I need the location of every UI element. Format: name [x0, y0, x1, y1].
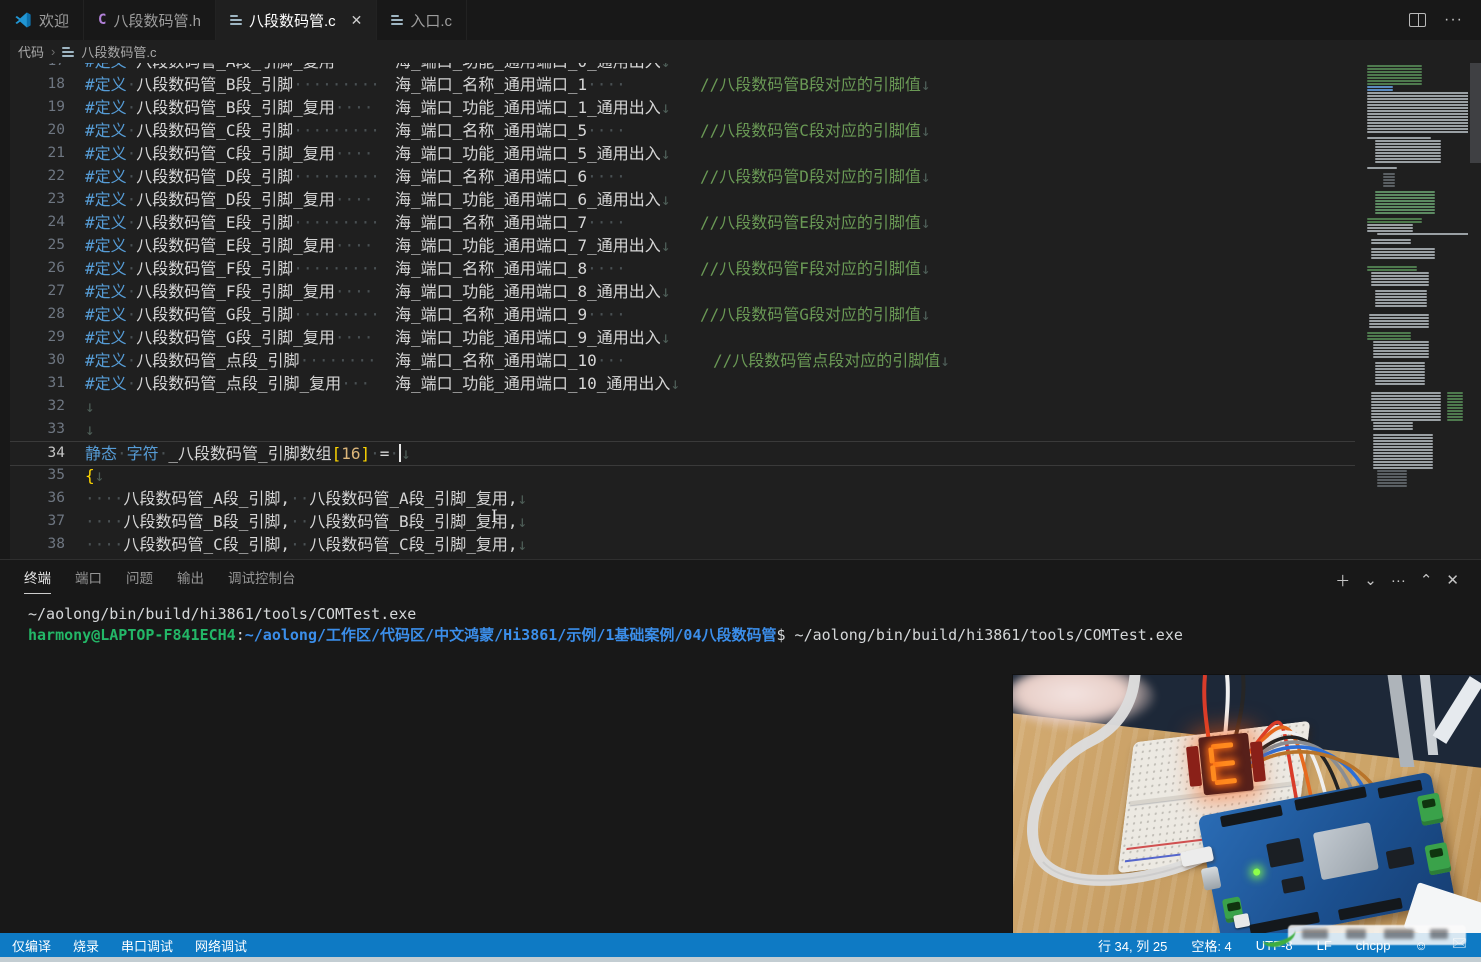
line-number: 26: [47, 260, 65, 276]
vscode-window: 欢迎 C 八段数码管.h 八段数码管.c ✕ 入口.c ··· 代码 › 八段数码管.c …: [0, 0, 1481, 962]
code-line-17[interactable]: 17#定义·八段数码管_A段_引脚_复用····海_端口_功能_通用端口_0_通…: [10, 63, 1355, 73]
line-number: 37: [47, 513, 65, 529]
file-icon: [62, 46, 75, 57]
views-more-icon[interactable]: ···: [1391, 572, 1406, 589]
code-line-38[interactable]: 38 ····八段数码管_C段_引脚,··八段数码管_C段_引脚_复用,↓: [10, 533, 1355, 556]
terminal-line: ~/aolong/bin/build/hi3861/tools/COMTest.…: [28, 605, 417, 623]
tab-入口.c[interactable]: 入口.c: [377, 0, 468, 40]
vscode-logo-icon: [14, 11, 32, 29]
tab-label: 入口.c: [410, 12, 453, 30]
metal-frame: [1376, 675, 1481, 775]
terminal-line: harmony@LAPTOP-F841ECH4:~/aolong/工作区/代码区…: [28, 626, 1183, 644]
code-line-18[interactable]: 18 #定义·八段数码管_B段_引脚········· 海_端口_名称_通用端口_1…: [10, 73, 1355, 96]
usb-port: [1200, 865, 1222, 891]
code-line-36[interactable]: 36 ····八段数码管_A段_引脚,··八段数码管_A段_引脚_复用,↓: [10, 487, 1355, 510]
editor-scrollbar[interactable]: [1468, 63, 1481, 559]
status-网络调试[interactable]: 网络调试: [195, 936, 247, 955]
line-number: 33: [47, 421, 65, 437]
line-number: 21: [47, 145, 65, 161]
line-number: 38: [47, 536, 65, 552]
panel-tab-调试控制台[interactable]: 调试控制台: [228, 567, 296, 594]
tab-欢迎[interactable]: 欢迎: [0, 0, 85, 40]
status-仅编译[interactable]: 仅编译: [12, 936, 51, 955]
line-number: 27: [47, 283, 65, 299]
code-line-27[interactable]: 27 #定义·八段数码管_F段_引脚_复用···· 海_端口_功能_通用端口_8_通…: [10, 280, 1355, 303]
rf-shield: [1312, 822, 1379, 881]
close-panel-icon[interactable]: ✕: [1446, 571, 1459, 589]
code-line-30[interactable]: 30 #定义·八段数码管_点段_引脚········ 海_端口_名称_通用端口_10…: [10, 349, 1355, 372]
line-number: 19: [47, 99, 65, 115]
line-number: 29: [47, 329, 65, 345]
line-number: 23: [47, 191, 65, 207]
code-line-33[interactable]: 33 ↓: [10, 418, 1355, 441]
split-editor-icon[interactable]: [1409, 13, 1427, 27]
list-file-icon: [391, 15, 404, 25]
new-terminal-icon[interactable]: ＋: [1335, 570, 1350, 591]
code-line-28[interactable]: 28 #定义·八段数码管_G段_引脚········· 海_端口_名称_通用端口_9…: [10, 303, 1355, 326]
line-number: 30: [47, 352, 65, 368]
breadcrumb-folder[interactable]: 代码: [18, 42, 44, 61]
code-line-22[interactable]: 22 #定义·八段数码管_D段_引脚········· 海_端口_名称_通用端口_6…: [10, 165, 1355, 188]
editor-actions: ···: [1409, 0, 1481, 40]
panel-tab-输出[interactable]: 输出: [177, 567, 204, 594]
line-number: 20: [47, 122, 65, 138]
tab-label: 八段数码管.h: [113, 12, 201, 30]
tab-八段数码管.c[interactable]: 八段数码管.c ✕: [215, 0, 378, 40]
code-line-34[interactable]: 34 静态·字符·_八段数码管_引脚数组[16]·=· ↓: [10, 441, 1355, 466]
c-file-icon: C: [98, 12, 107, 28]
code-editor[interactable]: 17#定义·八段数码管_A段_引脚_复用····海_端口_功能_通用端口_0_通…: [10, 63, 1481, 559]
line-number: 25: [47, 237, 65, 253]
code-line-32[interactable]: 32 ↓: [10, 395, 1355, 418]
status-空格: 4[interactable]: 空格: 4: [1191, 936, 1231, 955]
status-烧录[interactable]: 烧录: [73, 936, 99, 955]
breadcrumb: 代码 › 八段数码管.c: [10, 40, 1481, 63]
breadcrumb-separator-icon: ›: [51, 44, 56, 59]
line-number: 18: [47, 76, 65, 92]
mouse-ibeam-cursor: I: [491, 507, 498, 527]
code-line-26[interactable]: 26 #定义·八段数码管_F段_引脚········· 海_端口_名称_通用端口_8…: [10, 257, 1355, 280]
code-line-37[interactable]: 37 ····八段数码管_B段_引脚,··八段数码管_B段_引脚_复用,↓: [10, 510, 1355, 533]
power-led: [1252, 867, 1261, 877]
status-行 34, 列 25[interactable]: 行 34, 列 25: [1098, 936, 1167, 955]
status-串口调试[interactable]: 串口调试: [121, 936, 173, 955]
code-line-20[interactable]: 20 #定义·八段数码管_C段_引脚········· 海_端口_名称_通用端口_5…: [10, 119, 1355, 142]
line-number: 32: [47, 398, 65, 414]
line-number: 24: [47, 214, 65, 230]
code-line-31[interactable]: 31 #定义·八段数码管_点段_引脚_复用··· 海_端口_功能_通用端口_10_通…: [10, 372, 1355, 395]
line-number: 22: [47, 168, 65, 184]
code-line-23[interactable]: 23 #定义·八段数码管_D段_引脚_复用···· 海_端口_功能_通用端口_6_通…: [10, 188, 1355, 211]
webcam-overlay: [1013, 675, 1481, 933]
list-file-icon: [229, 15, 242, 25]
maximize-panel-icon[interactable]: ⌃: [1420, 571, 1433, 589]
tab-label: 八段数码管.c: [248, 12, 336, 30]
line-number: 36: [47, 490, 65, 506]
line-number: 35: [47, 467, 65, 483]
screen-edge: [0, 957, 1481, 962]
reset-button: [1233, 912, 1251, 929]
code-line-19[interactable]: 19 #定义·八段数码管_B段_引脚_复用···· 海_端口_功能_通用端口_1_通…: [10, 96, 1355, 119]
line-number: 34: [47, 445, 65, 461]
code-line-35[interactable]: 35 {↓: [10, 464, 1355, 487]
code-line-29[interactable]: 29 #定义·八段数码管_G段_引脚_复用···· 海_端口_功能_通用端口_9_通…: [10, 326, 1355, 349]
line-number: 31: [47, 375, 65, 391]
close-tab-icon[interactable]: ✕: [351, 12, 363, 29]
status-bar: 仅编译 烧录 串口调试 网络调试 行 34, 列 25 空格: 4 UTF-8 LF chcp…: [0, 933, 1481, 957]
tab-八段数码管.h[interactable]: C 八段数码管.h: [84, 0, 216, 40]
line-number: 17: [10, 63, 65, 73]
line-number: 28: [47, 306, 65, 322]
seven-segment-display: [1186, 732, 1266, 796]
tab-label: 欢迎: [39, 12, 70, 30]
code-line-24[interactable]: 24 #定义·八段数码管_E段_引脚········· 海_端口_名称_通用端口_7…: [10, 211, 1355, 234]
more-actions-icon[interactable]: ···: [1444, 11, 1463, 29]
recorder-watermark: [1288, 925, 1466, 945]
panel-tab-终端[interactable]: 终端: [24, 567, 51, 594]
breadcrumb-file[interactable]: 八段数码管.c: [81, 42, 156, 61]
code-line-25[interactable]: 25 #定义·八段数码管_E段_引脚_复用···· 海_端口_功能_通用端口_7_通…: [10, 234, 1355, 257]
code-line-21[interactable]: 21 #定义·八段数码管_C段_引脚_复用···· 海_端口_功能_通用端口_5_通…: [10, 142, 1355, 165]
launch-profile-dropdown-icon[interactable]: ⌄: [1364, 571, 1377, 589]
tab-bar: 欢迎 C 八段数码管.h 八段数码管.c ✕ 入口.c ···: [0, 0, 1481, 40]
panel-tab-端口[interactable]: 端口: [75, 567, 102, 594]
panel-tab-问题[interactable]: 问题: [126, 567, 153, 594]
minimap[interactable]: [1365, 63, 1481, 559]
